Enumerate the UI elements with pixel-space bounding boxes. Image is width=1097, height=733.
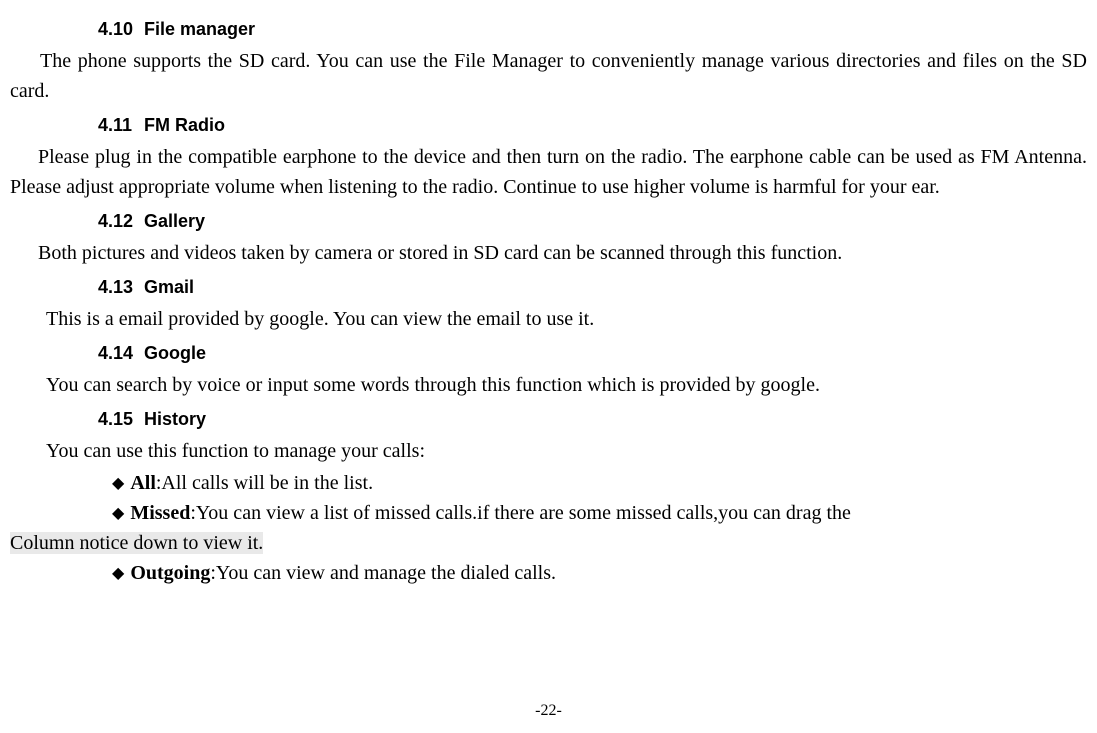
bullet-missed: ◆ Missed:You can view a list of missed ca… (112, 498, 1087, 528)
heading-title: History (144, 409, 206, 429)
heading-4-10: 4.10File manager (98, 16, 1087, 43)
diamond-icon: ◆ (112, 475, 124, 492)
body-4-14: You can search by voice or input some wo… (10, 370, 1087, 400)
heading-title: FM Radio (144, 115, 225, 135)
heading-number: 4.10 (98, 16, 144, 43)
bullet-label: All (130, 472, 156, 494)
heading-number: 4.12 (98, 208, 144, 235)
heading-4-14: 4.14Google (98, 340, 1087, 367)
bullet-all: ◆ All:All calls will be in the list. (112, 468, 1087, 498)
heading-number: 4.15 (98, 406, 144, 433)
heading-4-11: 4.11FM Radio (98, 112, 1087, 139)
bullet-label: Missed (130, 502, 190, 524)
bullet-label: Outgoing (130, 562, 210, 584)
bullet-text-part1: :You can view a list of missed calls.if … (190, 502, 851, 524)
body-4-13: This is a email provided by google. You … (10, 304, 1087, 334)
heading-4-13: 4.13Gmail (98, 274, 1087, 301)
bullet-outgoing: ◆ Outgoing:You can view and manage the di… (112, 558, 1087, 588)
diamond-icon: ◆ (112, 565, 124, 582)
body-4-10: The phone supports the SD card. You can … (10, 46, 1087, 106)
page-number: -22- (0, 699, 1097, 723)
document-page: 4.10File manager The phone supports the … (10, 16, 1087, 733)
heading-title: File manager (144, 19, 255, 39)
heading-title: Gmail (144, 277, 194, 297)
diamond-icon: ◆ (112, 505, 124, 522)
heading-number: 4.11 (98, 112, 144, 139)
heading-4-12: 4.12Gallery (98, 208, 1087, 235)
heading-title: Google (144, 343, 206, 363)
body-4-11: Please plug in the compatible earphone t… (10, 142, 1087, 202)
heading-title: Gallery (144, 211, 205, 231)
body-4-12: Both pictures and videos taken by camera… (10, 238, 1087, 268)
heading-number: 4.13 (98, 274, 144, 301)
heading-number: 4.14 (98, 340, 144, 367)
heading-4-15: 4.15History (98, 406, 1087, 433)
highlighted-text: Column notice down to view it. (10, 532, 263, 554)
bullet-text: :All calls will be in the list. (156, 472, 373, 494)
bullet-text: :You can view and manage the dialed call… (210, 562, 556, 584)
body-4-15: You can use this function to manage your… (10, 436, 1087, 466)
bullet-missed-cont: Column notice down to view it. (10, 528, 1087, 558)
